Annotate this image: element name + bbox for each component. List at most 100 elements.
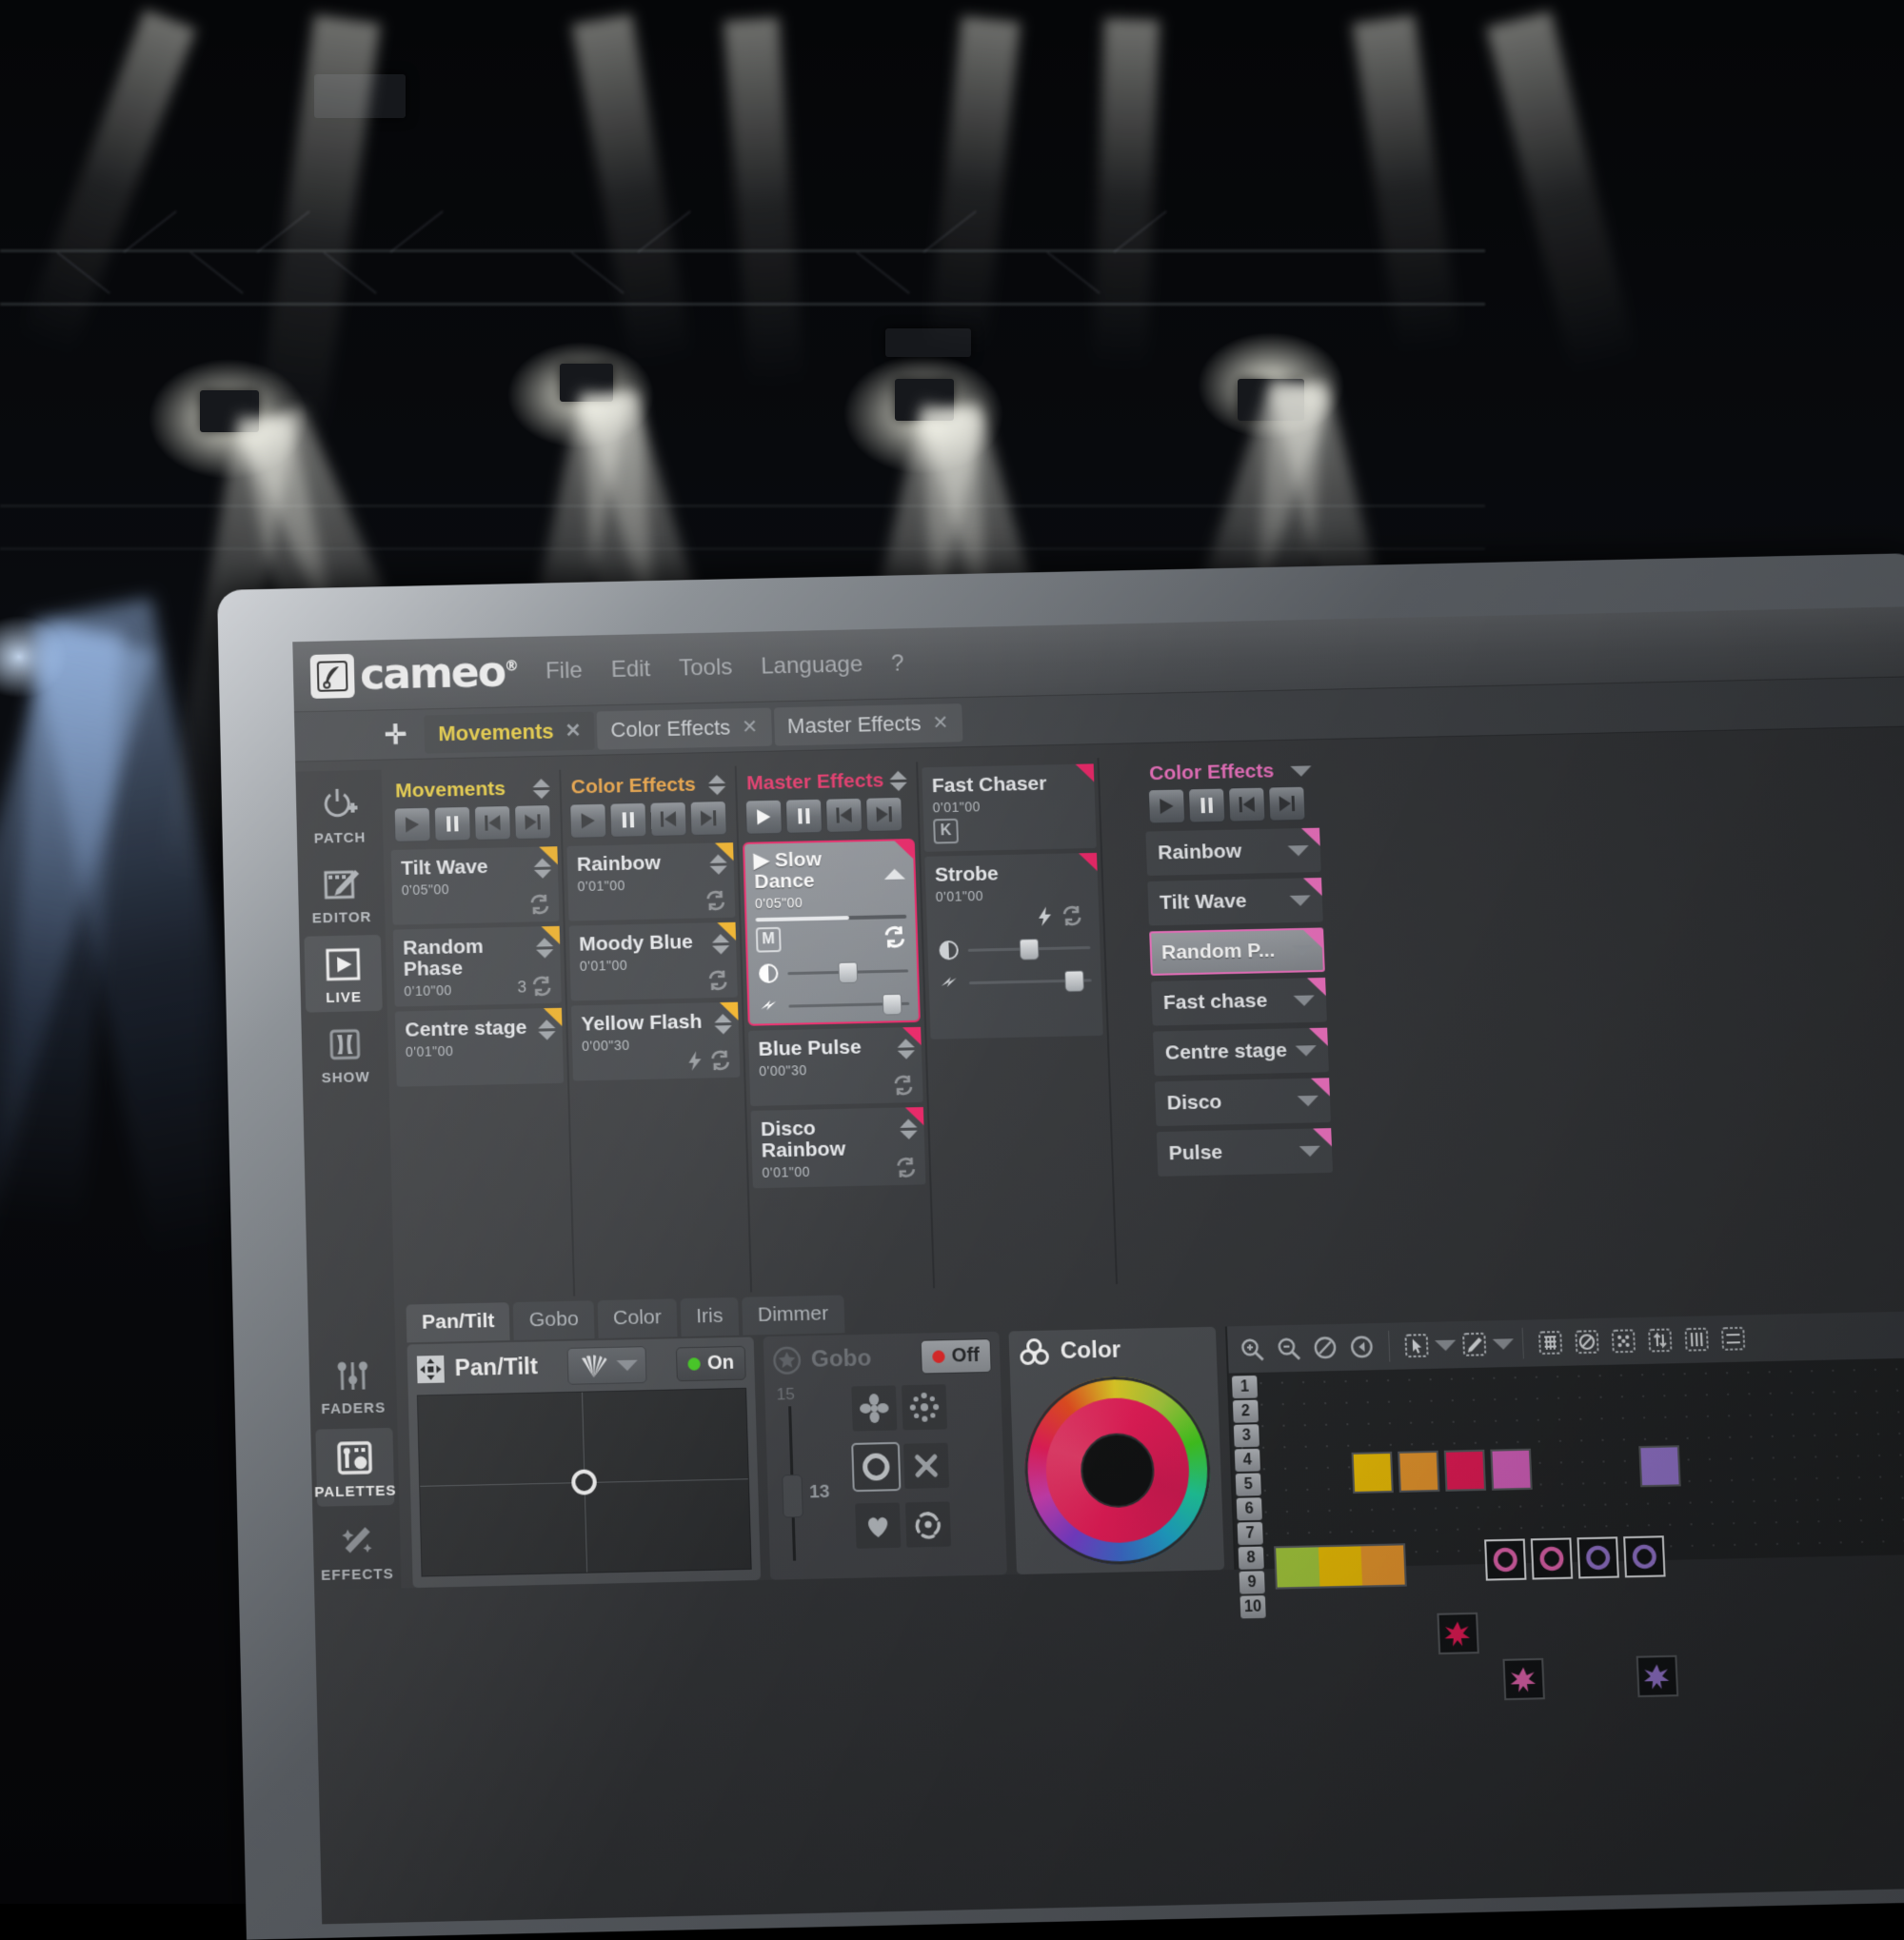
effect-dropdown-row-selected[interactable]: Random P... xyxy=(1149,927,1325,975)
tab-dimmer[interactable]: Dimmer xyxy=(742,1295,844,1335)
palette-row-number[interactable]: 5 xyxy=(1236,1473,1261,1495)
cue-card[interactable]: Yellow Flash 0'00"30 xyxy=(571,1002,740,1081)
pan-tilt-shape-selector[interactable] xyxy=(567,1346,647,1385)
play-button[interactable] xyxy=(745,800,783,835)
chevron-down-icon[interactable] xyxy=(1290,895,1312,906)
color-swatch[interactable] xyxy=(1360,1545,1404,1585)
sidebar-item-faders[interactable]: FADERS xyxy=(313,1345,392,1424)
cue-slider-speed[interactable] xyxy=(938,968,1092,995)
pencil-dropdown-icon[interactable] xyxy=(1494,1327,1513,1360)
flash-icon[interactable] xyxy=(1036,905,1056,927)
cue-card[interactable]: Moody Blue 0'01"00 xyxy=(569,922,738,1001)
loop-icon[interactable] xyxy=(708,1048,732,1072)
sidebar-item-patch[interactable]: PATCH xyxy=(301,776,379,853)
zoom-in-icon[interactable] xyxy=(1235,1333,1269,1367)
gobo-swatch-selected[interactable] xyxy=(853,1444,899,1490)
gobo-swatch[interactable] xyxy=(903,1443,949,1489)
stepper-icon[interactable] xyxy=(714,1011,732,1037)
distribute-icon[interactable] xyxy=(1716,1322,1751,1356)
loop-icon[interactable] xyxy=(704,889,727,913)
cue-slider-speed[interactable] xyxy=(758,992,910,1019)
ring-icon[interactable] xyxy=(1531,1537,1573,1579)
tab-color[interactable]: Color xyxy=(597,1298,677,1338)
palette-row-number[interactable]: 6 xyxy=(1237,1497,1262,1520)
palette-row-number[interactable]: 2 xyxy=(1233,1400,1259,1423)
effect-dropdown-row[interactable]: Disco xyxy=(1155,1078,1331,1126)
next-button[interactable] xyxy=(514,804,551,840)
previous-button[interactable] xyxy=(825,798,863,833)
flash-icon[interactable] xyxy=(685,1050,705,1072)
cue-slider-contrast[interactable] xyxy=(757,959,909,985)
chevron-down-icon[interactable] xyxy=(1294,995,1316,1006)
tab-color-effects[interactable]: Color Effects ✕ xyxy=(597,707,772,749)
palette-row-number[interactable]: 3 xyxy=(1234,1424,1259,1447)
loop-icon[interactable] xyxy=(706,968,730,992)
slider-track[interactable] xyxy=(787,969,908,975)
tab-movements[interactable]: Movements ✕ xyxy=(425,711,595,753)
cue-card[interactable]: Blue Pulse 0'00"30 xyxy=(748,1027,923,1106)
cue-card[interactable]: Random Phase 0'10"00 3 xyxy=(393,926,562,1007)
master-badge[interactable]: M xyxy=(756,927,782,953)
color-swatch[interactable] xyxy=(1352,1452,1394,1494)
gobo-swatch[interactable] xyxy=(905,1501,951,1547)
cue-card[interactable]: Strobe 0'01"00 xyxy=(924,853,1102,1039)
pause-button[interactable] xyxy=(434,806,471,841)
color-swatch[interactable] xyxy=(1638,1445,1680,1487)
gobo-swatch[interactable] xyxy=(855,1502,901,1548)
palette-row-number[interactable]: 4 xyxy=(1235,1449,1260,1472)
slider-track[interactable] xyxy=(969,979,1092,984)
add-tab-icon[interactable]: ✛ xyxy=(384,719,407,751)
gobo-swatch[interactable] xyxy=(902,1384,947,1430)
keyboard-badge[interactable]: K xyxy=(933,819,959,844)
pan-tilt-xy-pad[interactable] xyxy=(417,1388,752,1577)
palette-row-number[interactable]: 7 xyxy=(1238,1522,1263,1545)
loop-icon[interactable] xyxy=(530,975,554,999)
effect-dropdown-row[interactable]: Centre stage xyxy=(1153,1028,1329,1077)
color-swatch[interactable] xyxy=(1490,1449,1532,1491)
palette-row-number[interactable]: 9 xyxy=(1240,1571,1265,1594)
palette-row-number[interactable]: 1 xyxy=(1232,1376,1258,1398)
chevron-down-icon[interactable] xyxy=(1296,1045,1318,1057)
star-burst-icon[interactable] xyxy=(1437,1613,1478,1654)
play-button[interactable] xyxy=(394,807,431,842)
loop-icon[interactable] xyxy=(882,924,907,950)
tab-master-effects-close-icon[interactable]: ✕ xyxy=(932,710,949,734)
stepper-icon[interactable] xyxy=(536,935,554,960)
previous-button[interactable] xyxy=(649,802,686,837)
stepper-icon[interactable] xyxy=(532,776,550,802)
gobo-swatch[interactable] xyxy=(851,1385,897,1431)
effect-dropdown-row[interactable]: Pulse xyxy=(1157,1128,1333,1177)
color-swatch[interactable] xyxy=(1398,1451,1439,1493)
cue-card[interactable]: Tilt Wave 0'05"00 xyxy=(391,846,560,924)
next-button[interactable] xyxy=(1268,786,1305,822)
scatter-icon[interactable] xyxy=(1606,1324,1640,1358)
pencil-icon[interactable] xyxy=(1458,1328,1492,1362)
cue-card[interactable]: Centre stage 0'01"00 xyxy=(395,1008,564,1087)
loop-icon[interactable] xyxy=(528,893,552,917)
effect-dropdown-row[interactable]: Rainbow xyxy=(1145,828,1320,876)
pan-tilt-cursor[interactable] xyxy=(571,1469,597,1495)
chevron-down-icon[interactable] xyxy=(617,1359,639,1371)
zoom-reset-icon[interactable] xyxy=(1308,1331,1342,1365)
effect-dropdown-row[interactable]: Fast chase xyxy=(1151,978,1327,1026)
loop-icon[interactable] xyxy=(891,1074,915,1098)
select-arrow-icon[interactable] xyxy=(1399,1329,1434,1363)
pause-button[interactable] xyxy=(1188,788,1225,823)
pause-button[interactable] xyxy=(609,802,646,838)
tab-iris[interactable]: Iris xyxy=(681,1297,740,1336)
gobo-index-slider[interactable]: 15 13 xyxy=(773,1384,840,1561)
palette-grid[interactable]: 1 2 3 4 5 6 7 8 9 10 xyxy=(1229,1357,1904,1570)
menu-item-language[interactable]: Language xyxy=(761,651,863,680)
chevron-down-icon[interactable] xyxy=(1290,765,1311,777)
sidebar-item-live[interactable]: LIVE xyxy=(304,935,382,1013)
pan-tilt-on-toggle[interactable]: On xyxy=(676,1345,746,1380)
stepper-icon[interactable] xyxy=(709,851,727,877)
slider-track[interactable] xyxy=(968,946,1091,952)
menu-item-file[interactable]: File xyxy=(545,657,583,684)
effect-dropdown-row[interactable]: Tilt Wave xyxy=(1147,878,1323,925)
zoom-out-icon[interactable] xyxy=(1272,1332,1306,1366)
previous-button[interactable] xyxy=(1228,787,1265,822)
cue-card[interactable]: Rainbow 0'01"00 xyxy=(566,842,735,921)
slider-track[interactable] xyxy=(788,1001,909,1007)
collapse-chevron-icon[interactable] xyxy=(883,852,905,870)
